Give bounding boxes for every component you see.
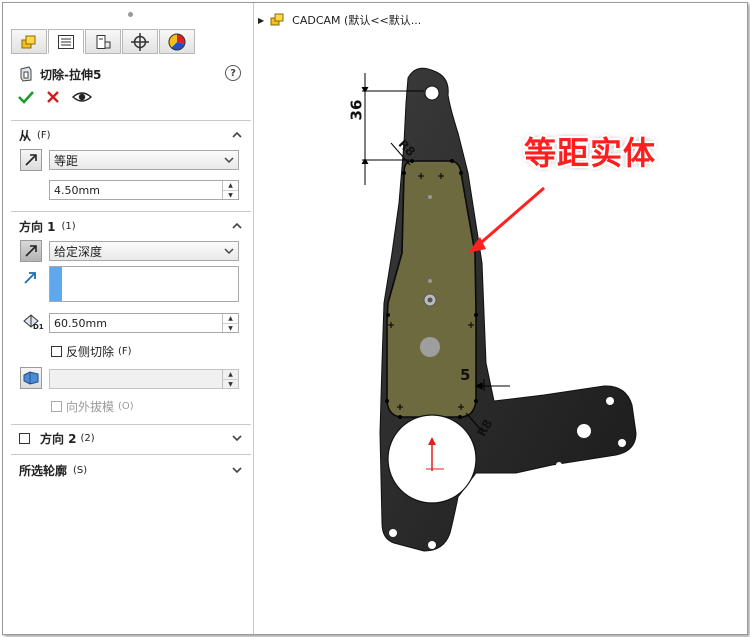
model-canvas[interactable] [254, 3, 747, 634]
checkbox-box[interactable] [51, 401, 62, 412]
direction1-section-header[interactable]: 方向 1 (1) [19, 218, 76, 235]
chevron-down-icon [224, 157, 234, 164]
from-header-shortcut: (F) [37, 130, 51, 141]
color-wheel-icon [168, 33, 186, 50]
end-condition-select[interactable]: 给定深度 [49, 241, 239, 261]
top-hole [424, 85, 440, 101]
center-point-dot [427, 297, 433, 303]
cut-extrude-icon [20, 66, 32, 82]
chevron-down-icon[interactable] [232, 433, 242, 443]
direction2-header-shortcut: (2) [80, 433, 95, 444]
separator [11, 454, 251, 455]
dimension-36[interactable]: 36 [347, 100, 365, 121]
chevron-down-icon [224, 248, 234, 255]
spin-up-icon[interactable]: ▲ [223, 181, 238, 191]
from-offset-input[interactable]: 4.50mm ▲ ▼ [49, 180, 239, 200]
flange-hole [606, 397, 614, 405]
draft-outward-label: 向外拔模 [66, 400, 115, 414]
crosshair-icon [131, 32, 149, 51]
tab-display-manager[interactable] [159, 29, 195, 54]
draft-toggle-button[interactable] [20, 367, 42, 389]
chevron-up-icon[interactable] [232, 130, 242, 140]
arrow-direction-icon [25, 245, 37, 257]
depth-stepper[interactable]: ▲ ▼ [222, 314, 238, 332]
flip-side-label: 反侧切除 [66, 345, 115, 359]
from-section-header[interactable]: 从 (F) [19, 127, 51, 144]
from-offset-stepper[interactable]: ▲ ▼ [222, 181, 238, 199]
depth-value: 60.50mm [54, 316, 107, 330]
direction-vector-icon [24, 272, 36, 284]
draft-outward-shortcut: (O) [118, 401, 134, 412]
separator [11, 424, 251, 425]
draft-outward-checkbox[interactable]: 向外拔模 (O) [51, 398, 134, 415]
depth-label: D1 [33, 323, 44, 331]
selected-contours-shortcut: (S) [73, 465, 88, 476]
flange-hole [428, 541, 436, 549]
annotation-arrow [468, 186, 545, 253]
flip-side-checkbox[interactable]: 反侧切除 (F) [51, 343, 132, 360]
spin-up-icon[interactable]: ▲ [223, 370, 238, 380]
annotation-label: 等距实体 [524, 134, 657, 172]
spin-down-icon[interactable]: ▼ [223, 191, 238, 200]
spin-up-icon[interactable]: ▲ [223, 314, 238, 324]
end-condition-value: 给定深度 [54, 244, 103, 259]
flange-hole [389, 529, 397, 537]
action-buttons [18, 90, 92, 104]
flip-side-shortcut: (F) [118, 346, 132, 357]
window-frame: 切除-拉伸5 ? 从 (F) 等距 4.50mm ▲ ▼ 方向 1 (1) 给定… [2, 2, 748, 635]
selected-contours-label: 所选轮廓 [19, 464, 68, 478]
reverse-direction1-button[interactable] [20, 240, 42, 262]
draft-icon [23, 371, 39, 385]
feature-title: 切除-拉伸5 [19, 65, 101, 83]
panel-grip[interactable] [128, 12, 133, 17]
draft-angle-input[interactable]: ▲ ▼ [49, 369, 239, 389]
sketch-point [428, 279, 432, 283]
tab-configurationmanager[interactable] [85, 29, 121, 54]
propertymanager-icon [58, 34, 74, 49]
selection-highlight [50, 267, 62, 301]
direction1-header-shortcut: (1) [61, 221, 76, 232]
tab-dimxpert[interactable] [122, 29, 158, 54]
separator [11, 120, 251, 121]
from-header-label: 从 [19, 129, 32, 143]
flange-hole [556, 462, 562, 468]
tab-propertymanager[interactable] [48, 29, 84, 54]
selected-contours-section-header[interactable]: 所选轮廓 (S) [19, 462, 87, 479]
from-condition-value: 等距 [54, 153, 79, 168]
help-button[interactable]: ? [225, 65, 241, 81]
flange-hole [577, 424, 591, 438]
flange-hole [618, 439, 626, 447]
chevron-up-icon[interactable] [232, 221, 242, 231]
spin-down-icon[interactable]: ▼ [223, 324, 238, 333]
cancel-button[interactable] [46, 90, 60, 104]
preview-eye-button[interactable] [72, 90, 92, 104]
tab-featuremanager[interactable] [11, 29, 47, 54]
configurationmanager-icon [96, 34, 111, 49]
direction-vector-selection-box[interactable] [49, 266, 239, 302]
feature-title-text: 切除-拉伸5 [40, 67, 102, 82]
checkbox-box[interactable] [51, 346, 62, 357]
manager-tabs [11, 29, 237, 55]
draft-angle-stepper[interactable]: ▲ ▼ [222, 370, 238, 388]
direction2-header-label: 方向 2 [40, 432, 77, 446]
from-condition-select[interactable]: 等距 [49, 150, 239, 170]
reverse-direction-button[interactable] [20, 149, 42, 171]
sketch-point [428, 195, 432, 199]
featuremanager-icon [21, 35, 36, 48]
chevron-down-icon[interactable] [232, 465, 242, 475]
arrow-direction-icon [25, 154, 37, 166]
accept-button[interactable] [18, 90, 34, 104]
dimension-5[interactable]: 5 [460, 366, 470, 384]
direction2-checkbox[interactable] [19, 433, 30, 444]
separator [11, 211, 251, 212]
depth-input[interactable]: 60.50mm ▲ ▼ [49, 313, 239, 333]
direction1-header-label: 方向 1 [19, 220, 56, 234]
gray-boss [420, 337, 440, 357]
direction2-section-header[interactable]: 方向 2 (2) [19, 430, 95, 447]
from-offset-value: 4.50mm [54, 183, 100, 197]
property-manager-panel: 切除-拉伸5 ? 从 (F) 等距 4.50mm ▲ ▼ 方向 1 (1) 给定… [3, 3, 254, 634]
graphics-viewport[interactable]: ▶ CADCAM (默认<<默认... 36 R8 5 R8 等距实体 [254, 3, 747, 634]
spin-down-icon[interactable]: ▼ [223, 380, 238, 389]
